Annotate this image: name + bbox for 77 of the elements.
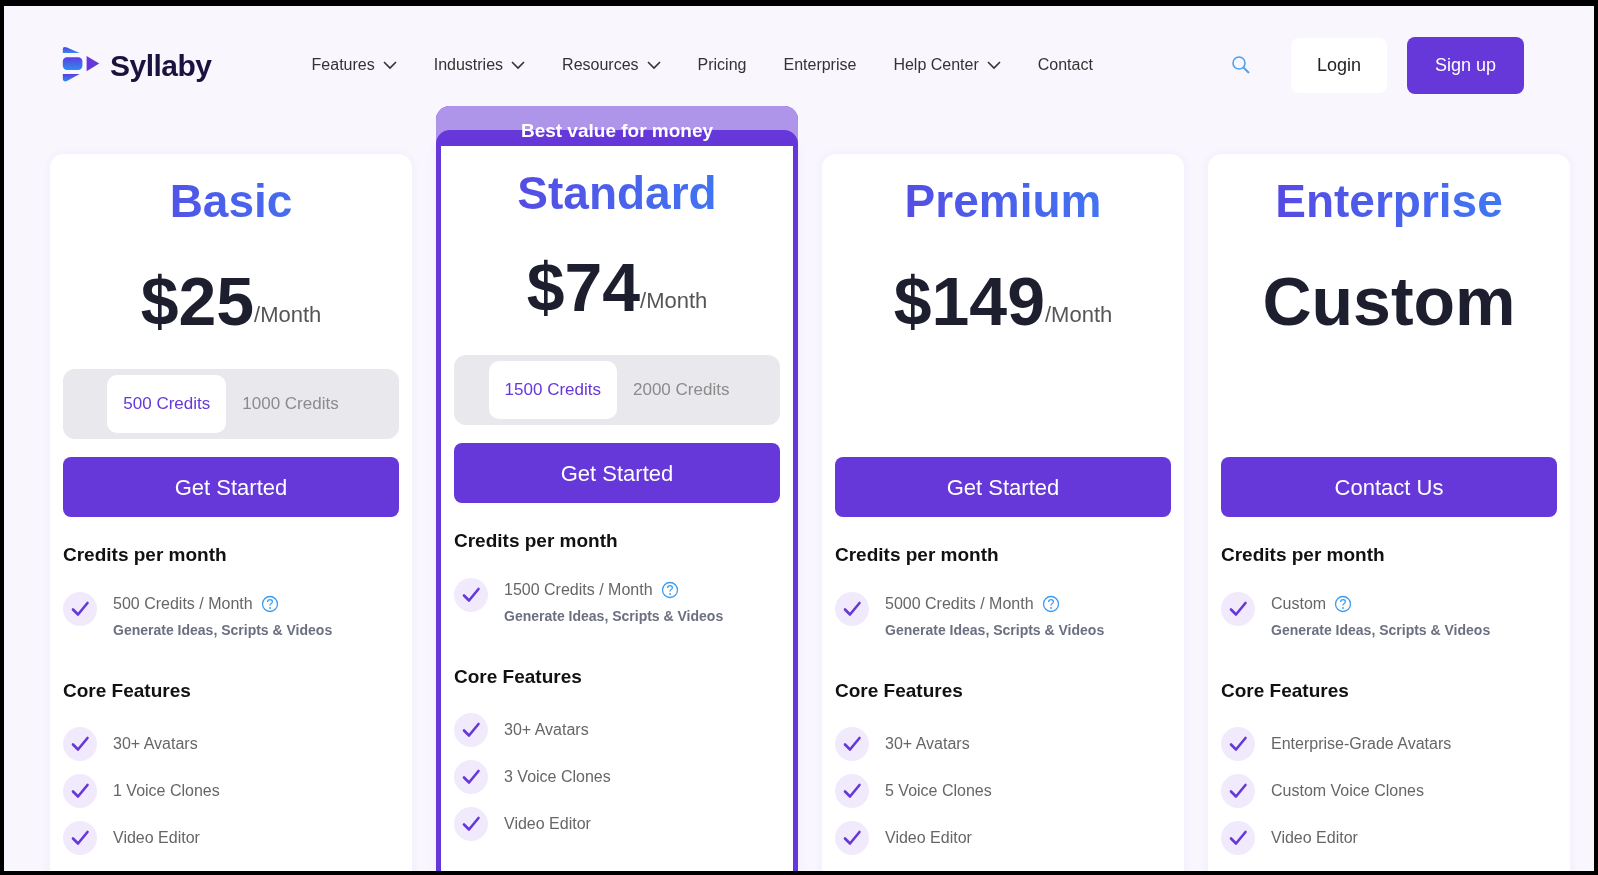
plan-price: $74 <box>526 253 641 322</box>
section-heading: Credits per month <box>835 543 1000 568</box>
check-icon <box>63 591 97 626</box>
section-heading: Core Features <box>454 664 583 689</box>
credit-note: Generate Ideas, Scripts & Videos <box>113 620 333 640</box>
plan-button[interactable]: Get Started <box>63 457 399 518</box>
help-icon <box>1334 594 1353 613</box>
check-icon <box>63 774 97 809</box>
section-heading: Core Features <box>63 678 192 703</box>
nav-link[interactable]: Features <box>311 53 397 77</box>
chevron-down-icon <box>382 60 397 70</box>
help-icon <box>1041 594 1060 613</box>
section-heading: Core Features <box>835 678 964 703</box>
check-icon <box>454 713 488 748</box>
brand-name: Syllaby <box>110 47 212 84</box>
nav-link[interactable]: Contact <box>1037 53 1093 77</box>
section-heading: Core Features <box>1221 678 1350 703</box>
section-heading: Credits per month <box>454 529 619 554</box>
signup-button[interactable]: Sign up <box>1406 36 1524 94</box>
check-icon <box>63 727 97 762</box>
credit-note: Generate Ideas, Scripts & Videos <box>885 620 1105 640</box>
plan-price: $149 <box>893 267 1045 336</box>
check-icon <box>454 577 488 612</box>
credit-amount: 5000 Credits / Month <box>885 593 1034 614</box>
feature-text: 30+ Avatars <box>113 734 198 755</box>
check-icon <box>454 807 488 842</box>
plan-price: $25 <box>140 267 255 336</box>
chevron-down-icon <box>646 60 661 70</box>
plan-button[interactable]: Get Started <box>454 443 780 504</box>
feature-text: 3 Voice Clones <box>504 767 611 788</box>
feature-text: Video Editor <box>504 814 591 835</box>
check-icon <box>1221 821 1255 856</box>
check-icon <box>835 591 869 626</box>
nav-link[interactable]: Help Center <box>893 53 1001 77</box>
credit-note: Generate Ideas, Scripts & Videos <box>504 606 724 626</box>
search-icon[interactable] <box>1230 55 1251 75</box>
feature-text: Custom Voice Clones <box>1271 781 1424 802</box>
check-icon <box>835 821 869 856</box>
check-icon <box>835 727 869 762</box>
nav-link[interactable]: Industries <box>433 53 526 77</box>
credit-option[interactable]: 500 Credits <box>107 375 227 434</box>
chevron-down-icon <box>511 60 526 70</box>
check-icon <box>63 821 97 856</box>
nav-link[interactable]: Resources <box>562 53 661 77</box>
feature-text: Video Editor <box>1271 828 1358 849</box>
feature-text: 30+ Avatars <box>885 734 970 755</box>
section-heading: Credits per month <box>63 543 228 568</box>
help-icon <box>260 594 279 613</box>
feature-text: Video Editor <box>885 828 972 849</box>
credit-amount: 1500 Credits / Month <box>504 579 653 600</box>
plan-ribbon: Best value for money <box>436 106 798 146</box>
nav-link[interactable]: Enterprise <box>783 53 857 77</box>
feature-text: Video Editor <box>113 828 200 849</box>
nav-link[interactable]: Pricing <box>697 53 747 77</box>
price-period: /Month <box>640 288 708 314</box>
login-button[interactable]: Login <box>1290 37 1387 93</box>
credit-option[interactable]: 1500 Credits <box>488 361 617 420</box>
feature-text: 30+ Avatars <box>504 720 589 741</box>
check-icon <box>835 774 869 809</box>
plan-button[interactable]: Contact Us <box>1221 457 1557 518</box>
check-icon <box>1221 591 1255 626</box>
plan-button[interactable]: Get Started <box>835 457 1171 518</box>
feature-text: 1 Voice Clones <box>113 781 220 802</box>
credit-amount: 500 Credits / Month <box>113 593 253 614</box>
section-heading: Credits per month <box>1221 543 1386 568</box>
price-period: /Month <box>1045 302 1113 328</box>
feature-text: Enterprise-Grade Avatars <box>1271 734 1452 755</box>
plan-price: Custom <box>1262 267 1516 336</box>
chevron-down-icon <box>986 60 1001 70</box>
check-icon <box>1221 727 1255 762</box>
feature-text: 5 Voice Clones <box>885 781 992 802</box>
credit-amount: Custom <box>1271 593 1327 614</box>
price-period: /Month <box>254 302 322 328</box>
check-icon <box>454 760 488 795</box>
check-icon <box>1221 774 1255 809</box>
help-icon <box>660 580 679 599</box>
credit-note: Generate Ideas, Scripts & Videos <box>1271 620 1491 640</box>
